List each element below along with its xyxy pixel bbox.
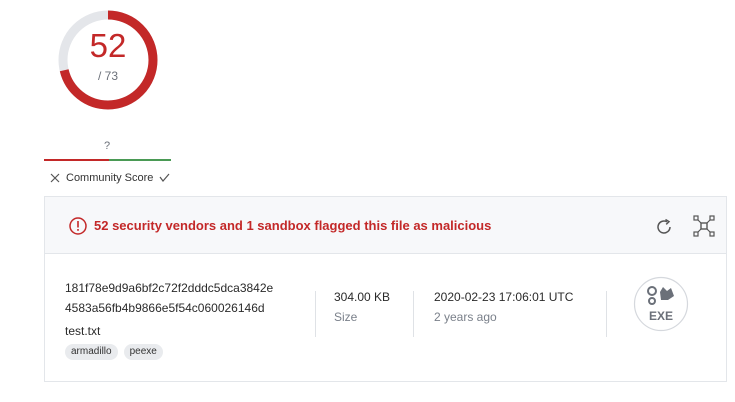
tag-armadillo[interactable]: armadillo (65, 344, 118, 360)
community-positive-bar (109, 159, 171, 161)
x-icon[interactable] (50, 173, 60, 183)
exe-file-icon: EXE (633, 276, 689, 332)
divider (413, 291, 414, 337)
file-tags: armadillo peexe (65, 344, 163, 360)
file-size-value: 304.00 KB (334, 290, 391, 304)
graph-icon[interactable] (692, 214, 716, 243)
refresh-icon[interactable] (654, 217, 674, 242)
alert-circle-icon (69, 217, 87, 240)
file-type-label: EXE (648, 309, 673, 323)
file-hash-line-1[interactable]: 181f78e9d9a6bf2c72f2dddc5dca3842e (65, 281, 273, 295)
alert-header: 52 security vendors and 1 sandbox flagge… (45, 197, 726, 254)
alert-message: 52 security vendors and 1 sandbox flagge… (94, 218, 492, 233)
last-analysis-date: 2020-02-23 17:06:01 UTC (434, 290, 574, 304)
file-name: test.txt (65, 324, 101, 338)
detection-gauge: 52 / 73 (57, 9, 159, 111)
detection-score: 52 (89, 27, 127, 64)
tag-peexe[interactable]: peexe (123, 344, 163, 360)
detection-total: / 73 (97, 69, 118, 83)
community-score-row: Community Score (50, 172, 170, 184)
file-summary-panel: 52 security vendors and 1 sandbox flagge… (44, 196, 727, 382)
divider (315, 291, 316, 337)
file-hash-line-2[interactable]: 4583a56fb4b9866e5f54c060026146d (65, 301, 265, 315)
community-score-question: ? (103, 140, 111, 152)
file-size-label: Size (334, 310, 358, 324)
divider (606, 291, 607, 337)
community-negative-bar (44, 159, 109, 161)
last-analysis-relative: 2 years ago (434, 310, 497, 324)
community-score-label: Community Score (66, 172, 154, 184)
check-icon[interactable] (159, 173, 170, 183)
